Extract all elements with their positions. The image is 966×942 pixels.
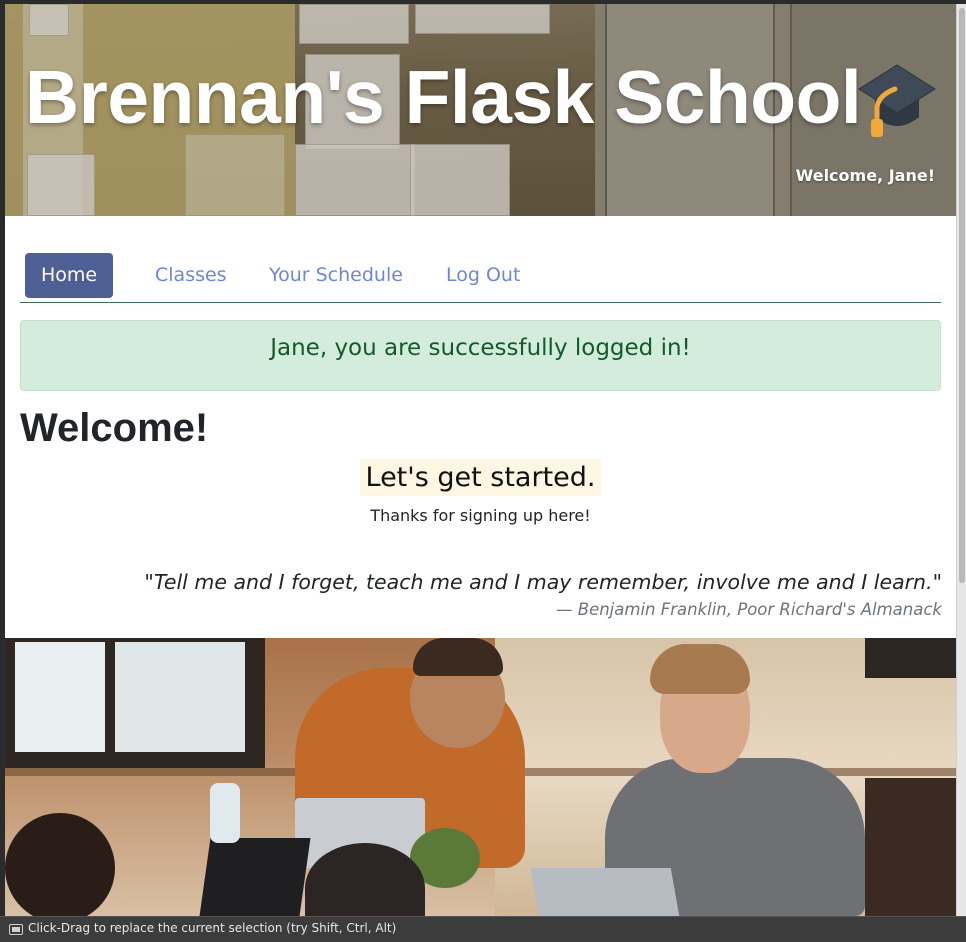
browser-viewport: Brennan's Flask School Welcome, Jane! Ho…: [5, 4, 956, 916]
main-nav: Home Classes Your Schedule Log Out: [20, 253, 941, 303]
nav-log-out[interactable]: Log Out: [430, 253, 536, 298]
quote-source: — Benjamin Franklin, Poor Richard's Alma…: [556, 600, 942, 619]
photo-laptop-dark: [199, 838, 311, 916]
welcome-user-text: Welcome, Jane!: [795, 166, 935, 185]
quote-text: "Tell me and I forget, teach me and I ma…: [144, 570, 942, 594]
photo-person-3-head: [5, 813, 115, 916]
photo-window: [15, 642, 105, 752]
photo-window: [115, 642, 245, 752]
page-heading: Welcome!: [20, 406, 209, 450]
photo-person-2-hair: [650, 644, 750, 694]
graduation-cap-icon: [858, 64, 936, 137]
photo-laptop: [530, 868, 680, 916]
photo-window-frame: [865, 638, 956, 678]
nav-home[interactable]: Home: [25, 253, 114, 298]
lead-text: Let's get started.: [359, 459, 602, 496]
sub-text: Thanks for signing up here!: [370, 506, 591, 525]
nav-classes[interactable]: Classes: [139, 253, 243, 298]
photo-chair: [865, 778, 956, 916]
status-text: Click-Drag to replace the current select…: [28, 921, 397, 935]
status-bar: Click-Drag to replace the current select…: [0, 916, 966, 942]
nav-your-schedule[interactable]: Your Schedule: [253, 253, 419, 298]
header-banner: Brennan's Flask School Welcome, Jane!: [5, 4, 956, 216]
scrollbar-thumb[interactable]: [959, 8, 965, 583]
selection-mode-icon: [9, 924, 23, 935]
lead-wrapper: Let's get started.: [5, 459, 956, 496]
photo-bottle: [210, 783, 240, 843]
hero-photo: [5, 638, 956, 916]
login-success-alert: Jane, you are successfully logged in!: [20, 320, 941, 391]
photo-person-1-hair: [413, 638, 503, 676]
site-title: Brennan's Flask School: [25, 55, 862, 139]
vertical-scrollbar[interactable]: [956, 4, 966, 916]
